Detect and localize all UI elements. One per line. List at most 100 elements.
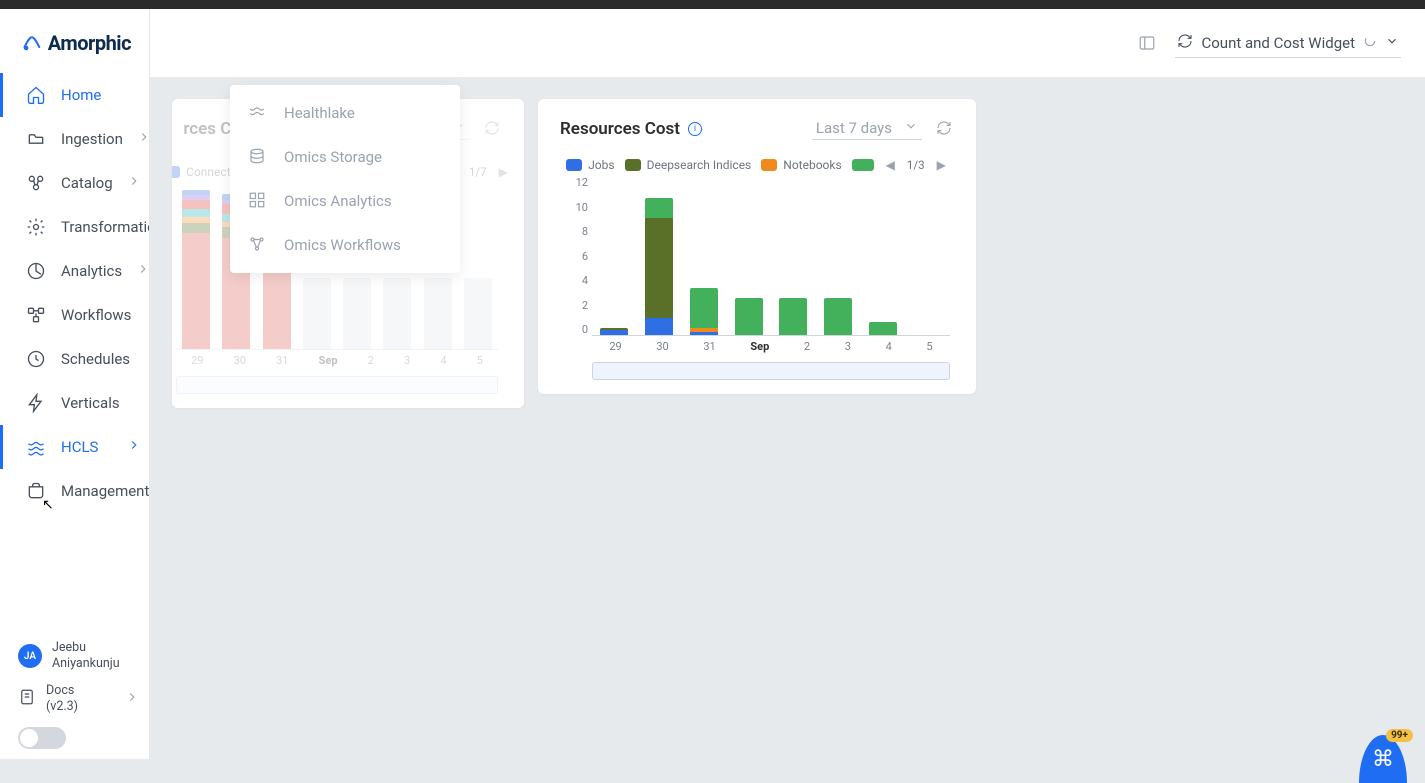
docs-link[interactable]: Docs (v2.3) xyxy=(18,677,139,722)
bar-segment xyxy=(735,298,763,335)
y-tick: 8 xyxy=(582,225,588,238)
legend-item[interactable]: Jobs xyxy=(566,158,614,172)
legend-swatch xyxy=(625,159,641,171)
card-title: Resources Cost xyxy=(560,119,680,139)
catalog-icon xyxy=(25,172,47,194)
range-label: Last 7 days xyxy=(816,119,892,137)
ingestion-icon xyxy=(25,128,47,150)
sidebar-item-ingestion[interactable]: Ingestion xyxy=(0,117,149,161)
submenu-icon xyxy=(248,235,268,255)
legend-prev[interactable]: ◀ xyxy=(884,158,897,172)
sidebar-item-hcls[interactable]: HCLS xyxy=(0,425,149,469)
topbar: Count and Cost Widget xyxy=(150,9,1425,77)
y-tick: 2 xyxy=(582,299,588,312)
refresh-icon[interactable] xyxy=(936,120,954,138)
submenu-icon xyxy=(248,147,268,167)
bar-segment xyxy=(869,322,897,335)
brand-name: Amorphic xyxy=(48,31,131,55)
transformations-icon xyxy=(25,216,47,238)
browser-top-bar xyxy=(0,0,1425,9)
legend-item[interactable]: Notebooks xyxy=(761,158,841,172)
submenu-item-omics-workflows[interactable]: Omics Workflows xyxy=(230,223,460,267)
user-row[interactable]: JA Jeebu Aniyankunju xyxy=(18,636,139,677)
refresh-icon xyxy=(1177,33,1193,53)
x-tick: 31 xyxy=(703,340,715,356)
sidebar-item-analytics[interactable]: Analytics xyxy=(0,249,149,293)
legend-label: Deepsearch Indices xyxy=(647,158,752,172)
chevron-right-icon xyxy=(127,438,141,456)
sidebar-item-label: Workflows xyxy=(61,306,131,324)
bar[interactable] xyxy=(869,322,897,335)
management-icon xyxy=(25,480,47,502)
chevron-right-icon xyxy=(127,174,141,192)
analytics-icon xyxy=(25,260,47,282)
brand-mark-icon xyxy=(22,32,42,54)
bar-segment xyxy=(645,218,673,318)
bar-segment xyxy=(600,330,628,335)
chevron-right-icon xyxy=(137,130,149,148)
y-tick: 6 xyxy=(582,250,588,263)
bar[interactable] xyxy=(690,288,718,335)
submenu-label: Healthlake xyxy=(284,104,355,122)
sidebar-item-label: Management xyxy=(61,482,149,500)
sidebar-item-label: Transformations xyxy=(61,218,149,236)
legend-pager: 1/3 xyxy=(907,158,925,172)
sidebar-item-verticals[interactable]: Verticals xyxy=(0,381,149,425)
chevron-down-icon xyxy=(904,119,918,137)
bar[interactable] xyxy=(645,198,673,335)
brand-logo[interactable]: Amorphic xyxy=(0,9,149,73)
legend-swatch[interactable] xyxy=(852,159,874,171)
sidebar-item-label: Ingestion xyxy=(61,130,123,148)
range-slider[interactable] xyxy=(592,362,950,380)
hcls-icon xyxy=(25,436,47,458)
chevron-right-icon xyxy=(136,262,149,280)
submenu-item-omics-storage[interactable]: Omics Storage xyxy=(230,135,460,179)
user-name: Jeebu Aniyankunju xyxy=(52,640,139,673)
sidebar-item-label: Schedules xyxy=(61,350,130,368)
info-icon[interactable]: i xyxy=(688,122,702,136)
bar[interactable] xyxy=(779,298,807,335)
sidebar-item-schedules[interactable]: Schedules xyxy=(0,337,149,381)
resources-cost-chart[interactable]: 121086420 293031Sep2345 xyxy=(560,176,954,356)
sidebar: Amorphic Home Ingestion Catalog Transformat… xyxy=(0,9,150,759)
legend-swatch xyxy=(566,159,582,171)
bar[interactable] xyxy=(824,298,852,335)
widget-selector[interactable]: Count and Cost Widget xyxy=(1175,29,1401,58)
bar-segment xyxy=(779,298,807,335)
sidebar-item-management[interactable]: Management xyxy=(0,469,149,513)
layout-panel-icon[interactable] xyxy=(1137,33,1157,53)
home-icon xyxy=(25,84,47,106)
submenu-item-healthlake[interactable]: Healthlake xyxy=(230,91,460,135)
document-icon xyxy=(18,688,36,710)
bar[interactable] xyxy=(600,328,628,335)
notification-badge: 99+ xyxy=(1386,729,1413,742)
bar-segment xyxy=(645,318,673,335)
sidebar-item-label: Home xyxy=(61,86,101,104)
sidebar-item-transformations[interactable]: Transformations xyxy=(0,205,149,249)
x-tick: 3 xyxy=(845,340,851,356)
sidebar-item-label: Verticals xyxy=(61,394,120,412)
legend-next[interactable]: ▶ xyxy=(935,158,948,172)
bar-segment xyxy=(645,198,673,218)
sidebar-item-catalog[interactable]: Catalog xyxy=(0,161,149,205)
x-tick: 29 xyxy=(609,340,621,356)
legend-swatch xyxy=(761,159,777,171)
sidebar-item-home[interactable]: Home xyxy=(0,73,149,117)
x-tick: 30 xyxy=(656,340,668,356)
sidebar-bottom: JA Jeebu Aniyankunju Docs (v2.3) xyxy=(0,628,149,759)
submenu-label: Omics Storage xyxy=(284,148,382,166)
legend-item[interactable]: Deepsearch Indices xyxy=(625,158,752,172)
submenu-label: Omics Workflows xyxy=(284,236,401,254)
sidebar-item-workflows[interactable]: Workflows xyxy=(0,293,149,337)
bar[interactable] xyxy=(735,298,763,335)
chevron-down-icon xyxy=(1385,34,1399,52)
range-selector[interactable]: Last 7 days xyxy=(812,117,922,140)
workflows-icon xyxy=(25,304,47,326)
theme-toggle[interactable] xyxy=(18,727,66,749)
submenu-item-omics-analytics[interactable]: Omics Analytics xyxy=(230,179,460,223)
legend-cost: Jobs Deepsearch Indices Notebooks ◀ 1/3 ▶ xyxy=(560,150,954,176)
x-tick: 2 xyxy=(804,340,810,356)
y-tick: 12 xyxy=(576,176,588,189)
bar-segment xyxy=(690,332,718,335)
loading-spinner-icon xyxy=(1363,34,1377,52)
